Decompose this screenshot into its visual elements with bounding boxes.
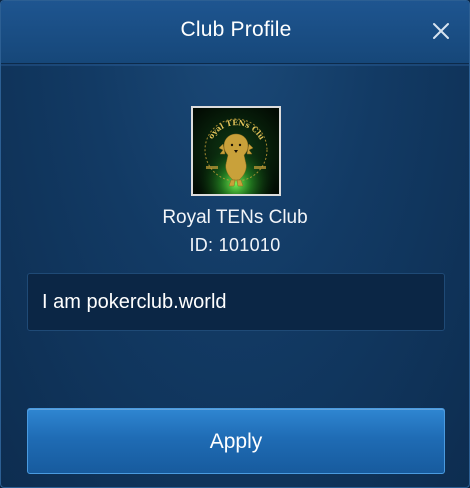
apply-button-label: Apply [209,430,263,453]
club-profile-dialog: Club Profile oyal TENs Clu Royal TENs Cl… [0,0,470,488]
apply-button[interactable]: Apply [27,408,445,474]
club-name: Royal TENs Club [162,207,308,228]
dialog-title: Club Profile [180,18,292,41]
dialog-header: Club Profile [1,1,469,64]
club-description-text: I am pokerclub.world [42,291,227,313]
close-button[interactable] [427,17,455,45]
club-logo-lion-icon: Royal TENs Club [193,108,279,194]
club-description-field[interactable]: I am pokerclub.world [27,273,445,331]
club-id: ID: 101010 [189,235,281,255]
close-icon [433,23,449,39]
club-logo: Royal TENs Club [191,106,281,196]
